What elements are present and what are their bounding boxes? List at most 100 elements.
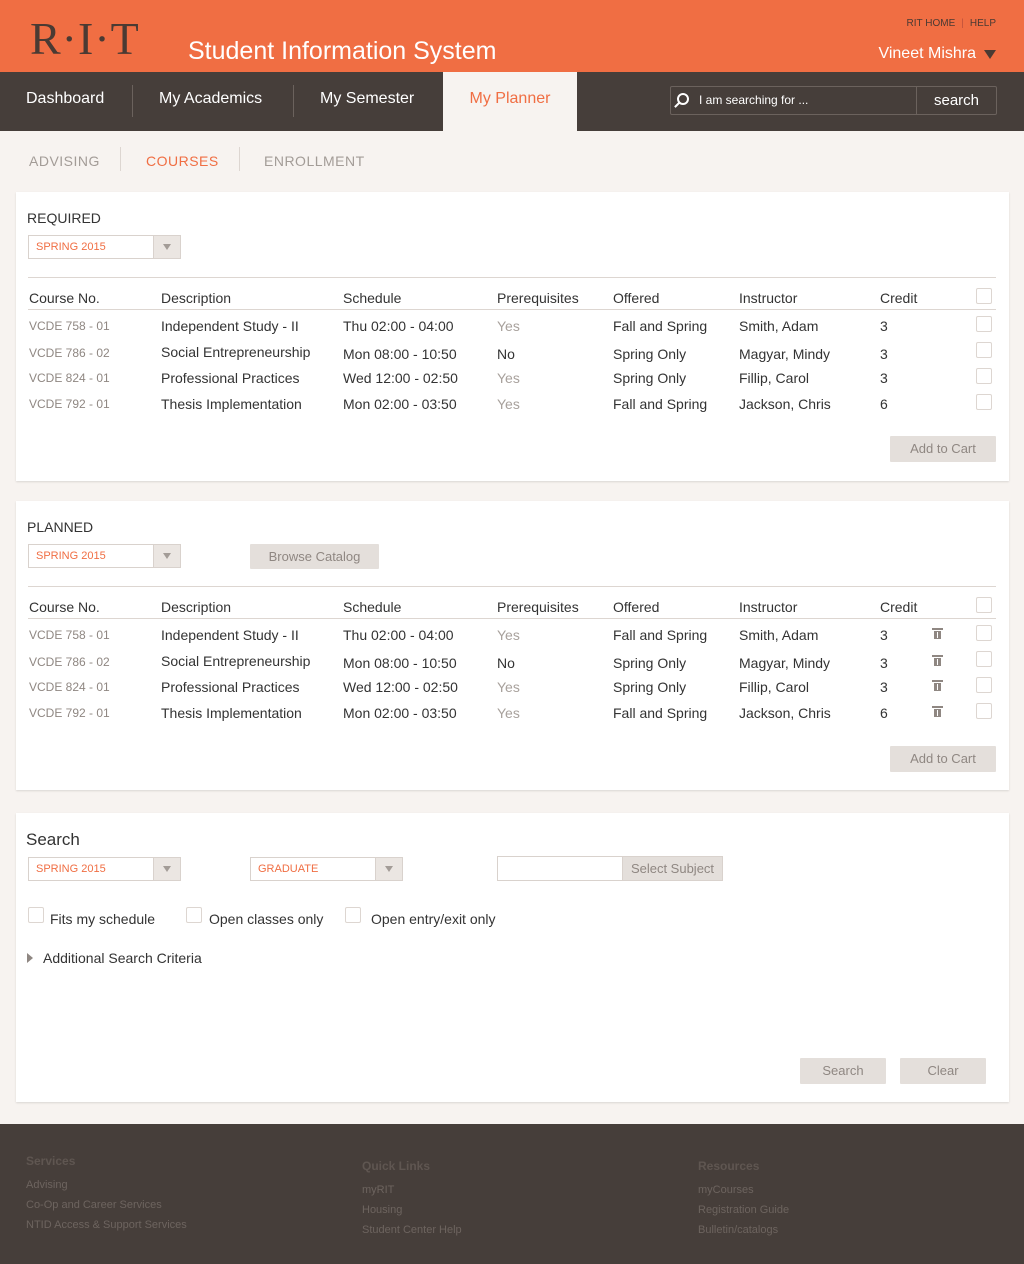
divider: | <box>961 18 964 29</box>
subject-picker: Select Subject <box>497 856 723 881</box>
course-code: VCDE 786 - 02 <box>29 346 110 360</box>
rit-home-link[interactable]: RIT HOME <box>907 18 956 29</box>
course-credit: 6 <box>880 705 888 721</box>
nav-my-semester[interactable]: My Semester <box>320 72 414 131</box>
search-panel: Search SPRING 2015 GRADUATE Select Subje… <box>16 813 1009 1102</box>
required-panel: REQUIRED SPRING 2015 Course No. Descript… <box>16 192 1009 481</box>
nav-dashboard[interactable]: Dashboard <box>26 72 104 131</box>
course-schedule: Mon 02:00 - 03:50 <box>343 705 457 721</box>
divider <box>28 618 996 619</box>
footer-link[interactable]: myCourses <box>698 1180 789 1200</box>
course-credit: 3 <box>880 679 888 695</box>
chevron-right-icon <box>27 953 33 963</box>
tab-divider <box>120 147 121 171</box>
course-schedule: Wed 12:00 - 02:50 <box>343 370 458 386</box>
add-to-cart-button[interactable]: Add to Cart <box>890 436 996 462</box>
term-select[interactable]: SPRING 2015 <box>28 235 181 259</box>
course-description: Independent Study - II <box>161 627 299 643</box>
browse-catalog-button[interactable]: Browse Catalog <box>250 544 379 569</box>
tab-advising[interactable]: ADVISING <box>29 153 100 169</box>
row-checkbox[interactable] <box>976 677 992 693</box>
divider <box>28 309 996 310</box>
tab-courses[interactable]: COURSES <box>146 153 219 169</box>
footer-link[interactable]: Advising <box>26 1175 187 1195</box>
option-label: Fits my schedule <box>50 911 156 927</box>
col-header: Instructor <box>739 290 798 306</box>
subtabs: ADVISING COURSES ENROLLMENT <box>0 131 1024 189</box>
course-instructor: Smith, Adam <box>739 627 819 643</box>
row-checkbox[interactable] <box>976 316 992 332</box>
row-checkbox[interactable] <box>976 703 992 719</box>
footer-link[interactable]: Co-Op and Career Services <box>26 1195 187 1215</box>
chevron-down-icon <box>153 236 180 258</box>
term-select[interactable]: SPRING 2015 <box>28 544 181 568</box>
row-checkbox[interactable] <box>976 342 992 358</box>
course-offered: Spring Only <box>613 655 687 671</box>
footer-link[interactable]: Registration Guide <box>698 1200 789 1220</box>
panel-title: PLANNED <box>27 519 94 535</box>
select-all-checkbox[interactable] <box>976 597 992 613</box>
open-entry-exit-checkbox[interactable] <box>345 907 361 923</box>
course-schedule: Thu 02:00 - 04:00 <box>343 318 454 334</box>
course-schedule: Mon 08:00 - 10:50 <box>343 346 457 362</box>
row-checkbox[interactable] <box>976 651 992 667</box>
course-credit: 6 <box>880 396 888 412</box>
footer-link[interactable]: Bulletin/catalogs <box>698 1220 789 1240</box>
user-menu[interactable]: Vineet Mishra <box>878 45 996 63</box>
divider <box>28 277 996 278</box>
select-subject-button[interactable]: Select Subject <box>623 857 722 880</box>
footer-heading: Services <box>26 1154 76 1168</box>
add-to-cart-button[interactable]: Add to Cart <box>890 746 996 772</box>
help-link[interactable]: HELP <box>970 18 996 29</box>
course-prereq: Yes <box>497 370 520 386</box>
course-schedule: Wed 12:00 - 02:50 <box>343 679 458 695</box>
nav-my-planner[interactable]: My Planner <box>443 72 577 132</box>
subject-input[interactable] <box>498 857 623 880</box>
fits-schedule-checkbox[interactable] <box>28 907 44 923</box>
chevron-down-icon <box>375 858 402 880</box>
additional-criteria-label: Additional Search Criteria <box>43 950 202 966</box>
panel-title: Search <box>26 830 80 849</box>
option-label: Open classes only <box>209 911 324 927</box>
row-checkbox[interactable] <box>976 368 992 384</box>
footer-link[interactable]: Student Center Help <box>362 1220 462 1240</box>
rit-logo[interactable]: R·I·T <box>30 14 140 64</box>
term-value: SPRING 2015 <box>36 863 106 875</box>
footer-link[interactable]: Housing <box>362 1200 462 1220</box>
open-classes-checkbox[interactable] <box>186 907 202 923</box>
footer-link[interactable]: NTID Access & Support Services <box>26 1215 187 1235</box>
tab-enrollment[interactable]: ENROLLMENT <box>264 153 365 169</box>
trash-icon[interactable] <box>932 628 943 639</box>
level-select[interactable]: GRADUATE <box>250 857 403 881</box>
search-submit-button[interactable]: Search <box>800 1058 886 1084</box>
course-schedule: Mon 08:00 - 10:50 <box>343 655 457 671</box>
col-header: Credit <box>880 290 918 306</box>
trash-icon[interactable] <box>932 706 943 717</box>
clear-button[interactable]: Clear <box>900 1058 986 1084</box>
trash-icon[interactable] <box>932 655 943 666</box>
course-credit: 3 <box>880 627 888 643</box>
course-code: VCDE 824 - 01 <box>29 680 110 694</box>
row-checkbox[interactable] <box>976 625 992 641</box>
col-header: Instructor <box>739 599 798 615</box>
course-instructor: Magyar, Mindy <box>739 346 831 362</box>
trash-icon[interactable] <box>932 680 943 691</box>
course-description: Professional Practices <box>161 370 300 386</box>
footer-heading: Resources <box>698 1159 760 1173</box>
search-input[interactable]: I am searching for ... <box>671 87 917 114</box>
search-button[interactable]: search <box>917 87 996 114</box>
footer-link[interactable]: myRIT <box>362 1180 462 1200</box>
nav-my-academics[interactable]: My Academics <box>159 72 262 131</box>
course-offered: Fall and Spring <box>613 705 708 721</box>
select-all-checkbox[interactable] <box>976 288 992 304</box>
col-header: Course No. <box>29 290 100 306</box>
footer: Services Advising Co-Op and Career Servi… <box>0 1124 1024 1264</box>
footer-heading: Quick Links <box>362 1159 431 1173</box>
term-select[interactable]: SPRING 2015 <box>28 857 181 881</box>
course-schedule: Mon 02:00 - 03:50 <box>343 396 457 412</box>
course-instructor: Jackson, Chris <box>739 705 831 721</box>
course-code: VCDE 758 - 01 <box>29 628 110 642</box>
row-checkbox[interactable] <box>976 394 992 410</box>
course-prereq: Yes <box>497 396 520 412</box>
footer-services: Services Advising Co-Op and Career Servi… <box>26 1154 187 1235</box>
